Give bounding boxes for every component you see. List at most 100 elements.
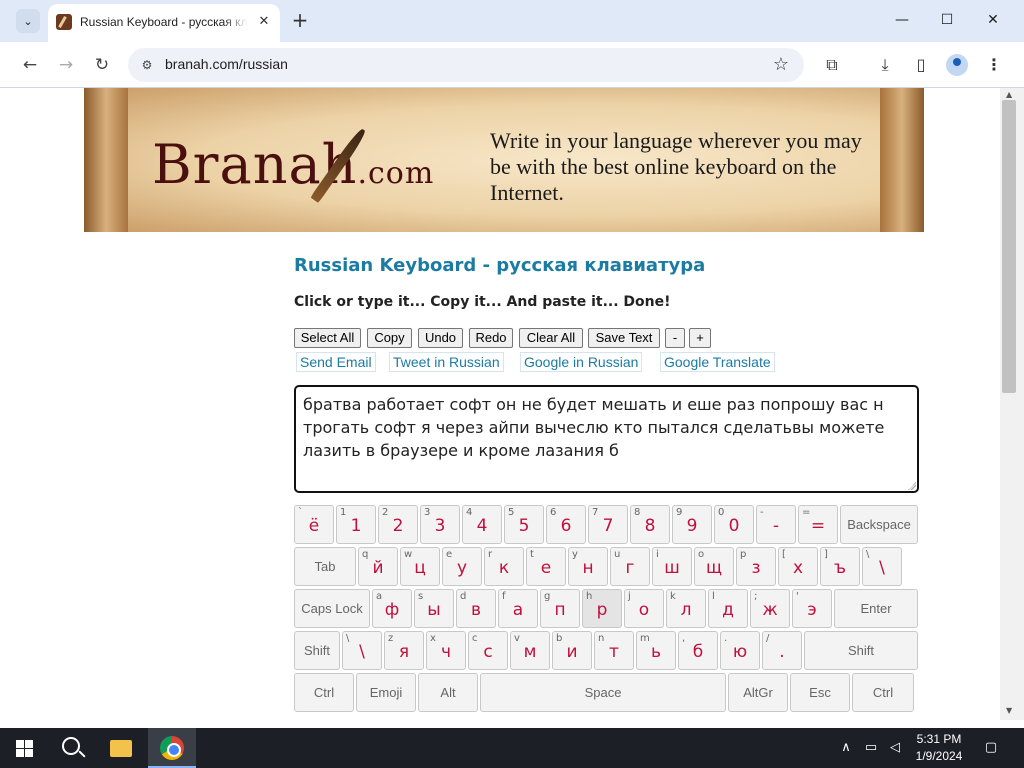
key-char-0-10[interactable]: 00 <box>714 505 754 544</box>
scroll-up-arrow-icon[interactable]: ▲ <box>1006 90 1012 99</box>
forward-button[interactable]: → <box>52 51 80 79</box>
key-char-1-4[interactable]: rк <box>484 547 524 586</box>
bookmark-star-icon[interactable]: ☆ <box>770 54 792 76</box>
undo-button[interactable]: Undo <box>418 328 463 348</box>
key-char-3-6[interactable]: bи <box>552 631 592 670</box>
key-char-0-8[interactable]: 88 <box>630 505 670 544</box>
key-enter[interactable]: Enter <box>834 589 918 628</box>
key-shift[interactable]: Shift <box>294 631 340 670</box>
address-bar[interactable]: ⚙ branah.com/russian ☆ <box>128 48 804 82</box>
extensions-puzzle-icon[interactable]: ⧉ <box>818 51 846 79</box>
key-char-3-7[interactable]: nт <box>594 631 634 670</box>
key-char-2-1[interactable]: aф <box>372 589 412 628</box>
chrome-icon[interactable] <box>148 728 196 768</box>
key-char-0-12[interactable]: = = <box>798 505 838 544</box>
google-translate-link[interactable]: Google Translate <box>660 352 775 372</box>
key-char-0-6[interactable]: 66 <box>546 505 586 544</box>
key-char-0-7[interactable]: 77 <box>588 505 628 544</box>
key-char-3-3[interactable]: xч <box>426 631 466 670</box>
text-editor[interactable]: братва работает софт он не будет мешать … <box>294 385 919 493</box>
browser-tab[interactable]: Russian Keyboard - русская клавиатура ✕ <box>48 4 280 42</box>
key-char-1-2[interactable]: wц <box>400 547 440 586</box>
key-char-0-5[interactable]: 55 <box>504 505 544 544</box>
key-char-2-3[interactable]: dв <box>456 589 496 628</box>
new-tab-button[interactable]: + <box>288 8 312 32</box>
key-char-1-5[interactable]: tе <box>526 547 566 586</box>
key-alt[interactable]: Alt <box>418 673 478 712</box>
key-char-2-11[interactable]: ' э <box>792 589 832 628</box>
url-text[interactable]: branah.com/russian <box>165 56 288 72</box>
network-icon[interactable]: ▭ <box>862 739 880 757</box>
key-char-3-2[interactable]: zя <box>384 631 424 670</box>
notifications-icon[interactable]: ▢ <box>982 739 1000 757</box>
minimize-button[interactable]: — <box>882 6 922 34</box>
close-window-button[interactable]: ✕ <box>973 6 1013 34</box>
tab-search-button[interactable]: ⌄ <box>16 9 40 33</box>
maximize-button[interactable]: ☐ <box>927 6 967 34</box>
key-char-0-2[interactable]: 22 <box>378 505 418 544</box>
key-tab[interactable]: Tab <box>294 547 356 586</box>
download-icon[interactable]: ⤓ <box>871 51 899 79</box>
key-esc[interactable]: Esc <box>790 673 850 712</box>
send-email-link[interactable]: Send Email <box>296 352 376 372</box>
key-char-3-11[interactable]: /. <box>762 631 802 670</box>
key-ctrl[interactable]: Ctrl <box>294 673 354 712</box>
select-all-button[interactable]: Select All <box>294 328 361 348</box>
save-text-button[interactable]: Save Text <box>588 328 660 348</box>
key-caps-lock[interactable]: Caps Lock <box>294 589 370 628</box>
file-explorer-icon[interactable] <box>98 728 146 768</box>
key-char-2-7[interactable]: jо <box>624 589 664 628</box>
key-char-3-1[interactable]: \ \ <box>342 631 382 670</box>
key-ctrl[interactable]: Ctrl <box>852 673 914 712</box>
scroll-thumb[interactable] <box>1002 100 1016 393</box>
key-char-2-9[interactable]: lд <box>708 589 748 628</box>
key-char-1-8[interactable]: iш <box>652 547 692 586</box>
key-char-3-10[interactable]: .ю <box>720 631 760 670</box>
key-char-1-7[interactable]: uг <box>610 547 650 586</box>
key-shift[interactable]: Shift <box>804 631 918 670</box>
key-char-3-4[interactable]: cс <box>468 631 508 670</box>
key-char-3-8[interactable]: mь <box>636 631 676 670</box>
key-char-1-3[interactable]: eу <box>442 547 482 586</box>
search-icon[interactable] <box>48 728 96 768</box>
key-altgr[interactable]: AltGr <box>728 673 788 712</box>
key-char-3-5[interactable]: vм <box>510 631 550 670</box>
key-space[interactable]: Space <box>480 673 726 712</box>
key-char-0-4[interactable]: 44 <box>462 505 502 544</box>
key-char-2-10[interactable]: ; ж <box>750 589 790 628</box>
side-panel-icon[interactable]: ▯ <box>907 51 935 79</box>
key-char-1-1[interactable]: qй <box>358 547 398 586</box>
key-char-0-3[interactable]: 33 <box>420 505 460 544</box>
key-char-0-1[interactable]: 11 <box>336 505 376 544</box>
key-backspace[interactable]: Backspace <box>840 505 918 544</box>
resize-grip-icon[interactable] <box>908 482 916 490</box>
key-char-1-13[interactable]: \ \ <box>862 547 902 586</box>
kebab-menu-icon[interactable]: ⋮ <box>980 51 1008 79</box>
system-clock[interactable]: 5:31 PM 1/9/2024 <box>905 731 973 765</box>
key-char-1-12[interactable]: ] ъ <box>820 547 860 586</box>
tweet-link[interactable]: Tweet in Russian <box>389 352 504 372</box>
key-char-2-2[interactable]: sы <box>414 589 454 628</box>
key-char-0-11[interactable]: -- <box>756 505 796 544</box>
key-char-0-0[interactable]: ` ё <box>294 505 334 544</box>
copy-button[interactable]: Copy <box>367 328 412 348</box>
clear-all-button[interactable]: Clear All <box>519 328 583 348</box>
profile-avatar-icon[interactable] <box>943 51 971 79</box>
vertical-scrollbar[interactable]: ▲ ▼ <box>1000 88 1024 720</box>
key-emoji[interactable]: Emoji <box>356 673 416 712</box>
key-char-0-9[interactable]: 99 <box>672 505 712 544</box>
key-char-1-10[interactable]: pз <box>736 547 776 586</box>
back-button[interactable]: ← <box>16 51 44 79</box>
volume-muted-icon[interactable]: ◁ <box>886 739 904 757</box>
google-search-link[interactable]: Google in Russian <box>520 352 643 372</box>
key-char-2-5[interactable]: gп <box>540 589 580 628</box>
font-decrease-button[interactable]: - <box>665 328 685 348</box>
reload-button[interactable]: ↻ <box>88 51 116 79</box>
tab-close-button[interactable]: ✕ <box>255 13 273 31</box>
redo-button[interactable]: Redo <box>469 328 513 348</box>
scroll-down-arrow-icon[interactable]: ▼ <box>1006 706 1012 715</box>
key-char-2-4[interactable]: fа <box>498 589 538 628</box>
key-char-1-9[interactable]: oщ <box>694 547 734 586</box>
key-char-3-9[interactable]: ,б <box>678 631 718 670</box>
site-info-icon[interactable]: ⚙ <box>138 56 156 74</box>
